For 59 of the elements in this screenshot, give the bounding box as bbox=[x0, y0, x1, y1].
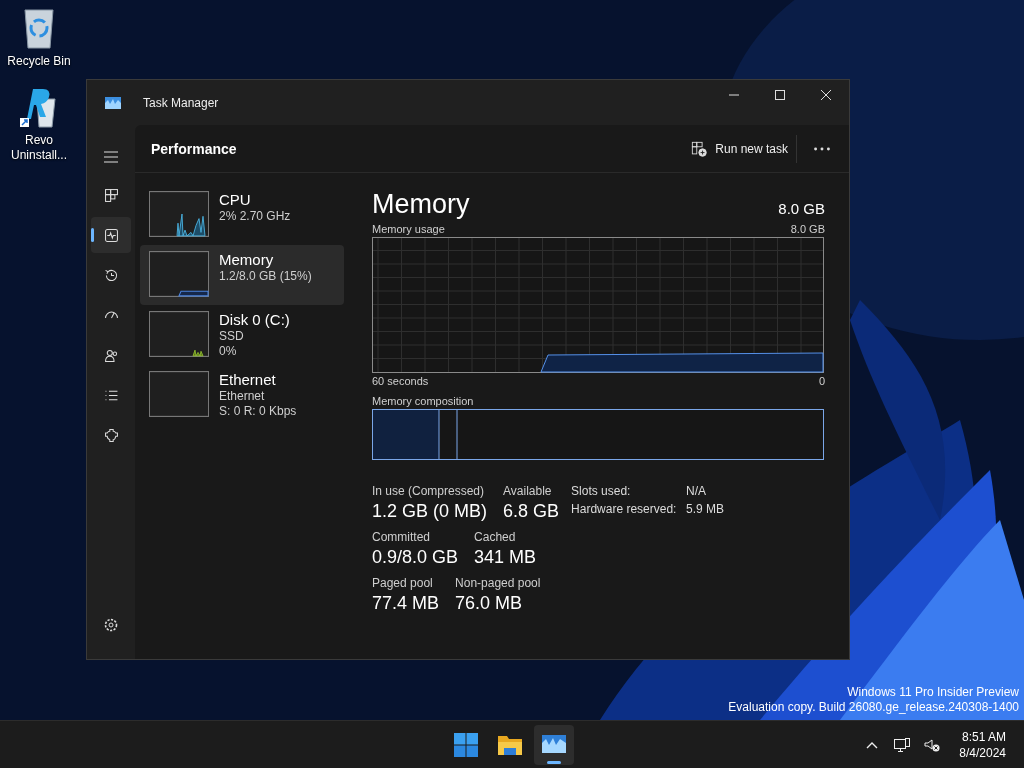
stat-value: N/A bbox=[686, 484, 708, 498]
graph-thumbnail bbox=[149, 371, 209, 417]
stat-label: Cached bbox=[474, 530, 517, 544]
chart-max-label: 8.0 GB bbox=[790, 223, 825, 235]
graph-thumbnail bbox=[149, 191, 209, 237]
stat-value: 1.2 GB (0 MB) bbox=[372, 501, 488, 522]
windows-logo bbox=[453, 732, 479, 757]
graph-thumbnail bbox=[149, 311, 209, 357]
stat-label: Committed bbox=[372, 530, 431, 544]
device-item[interactable]: CPU 2% 2.70 GHz bbox=[140, 185, 344, 245]
device-name: Ethernet bbox=[219, 371, 277, 389]
device-item[interactable]: Ethernet Ethernet S: 0 R: 0 Kbps bbox=[140, 365, 344, 425]
stat-value: 77.4 MB bbox=[372, 593, 440, 614]
device-name: CPU bbox=[219, 191, 252, 209]
stat-label: Slots used: bbox=[571, 484, 632, 498]
stat-label: Available bbox=[503, 484, 553, 498]
stat-value: 341 MB bbox=[474, 547, 537, 568]
build-info-text: Evaluation copy. Build 26080.ge_release.240308-1400 bbox=[728, 700, 1019, 715]
clock[interactable]: 8:51 AM 8/4/2024 bbox=[959, 728, 1006, 761]
device-detail: S: 0 R: 0 Kbps bbox=[219, 404, 297, 419]
stat-label: Paged pool bbox=[372, 576, 434, 590]
device-detail: 1.2/8.0 GB (15%) bbox=[219, 269, 312, 284]
run-new-task-button[interactable]: Run new task bbox=[683, 134, 797, 163]
stat-label: In use (Compressed) bbox=[372, 484, 486, 498]
device-name: Memory bbox=[219, 251, 275, 269]
new-task-icon bbox=[691, 140, 708, 157]
network-icon[interactable] bbox=[893, 736, 912, 753]
chart-label: Memory usage bbox=[372, 223, 445, 235]
device-name: Disk 0 (C:) bbox=[219, 311, 290, 329]
taskbar-app[interactable] bbox=[534, 724, 574, 765]
app-icon bbox=[105, 96, 121, 109]
axis-label: 0 bbox=[818, 375, 825, 387]
device-detail: 0% bbox=[219, 344, 238, 359]
graph-thumbnail bbox=[149, 251, 209, 297]
desktop-icon-label: Revo Uninstall... bbox=[10, 133, 68, 163]
stat-label: Non-paged pool bbox=[455, 576, 541, 590]
resource-title: Memory bbox=[372, 188, 470, 221]
stat-value: 76.0 MB bbox=[455, 593, 524, 614]
puzzle-icon bbox=[102, 426, 120, 444]
desktop-icon-label: Recycle Bin bbox=[6, 54, 72, 69]
device-detail: 2% 2.70 GHz bbox=[219, 209, 291, 224]
nav-tab[interactable] bbox=[91, 217, 131, 253]
stat-value: 5.9 MB bbox=[686, 502, 725, 516]
axis-label: 60 seconds bbox=[372, 375, 429, 387]
stat-value: 6.8 GB bbox=[503, 501, 560, 522]
pulse-chart-icon bbox=[102, 226, 120, 244]
device-item[interactable]: Disk 0 (C:) SSD 0% bbox=[140, 305, 344, 365]
device-item[interactable]: Memory 1.2/8.0 GB (15%) bbox=[140, 245, 344, 305]
device-detail: SSD bbox=[219, 329, 245, 344]
page-title: Performance bbox=[151, 140, 237, 157]
total-capacity: 8.0 GB bbox=[778, 200, 825, 217]
stat-value: 0.9/8.0 GB bbox=[372, 547, 459, 568]
grid-icon bbox=[102, 186, 120, 204]
volume-muted-icon[interactable] bbox=[923, 736, 942, 753]
device-detail: Ethernet bbox=[219, 389, 266, 404]
build-info-text: Windows 11 Pro Insider Preview bbox=[847, 685, 1019, 700]
stat-label: Hardware reserved: bbox=[571, 502, 678, 516]
chart-label: Memory composition bbox=[372, 395, 474, 407]
window-title: Task Manager bbox=[143, 95, 219, 110]
